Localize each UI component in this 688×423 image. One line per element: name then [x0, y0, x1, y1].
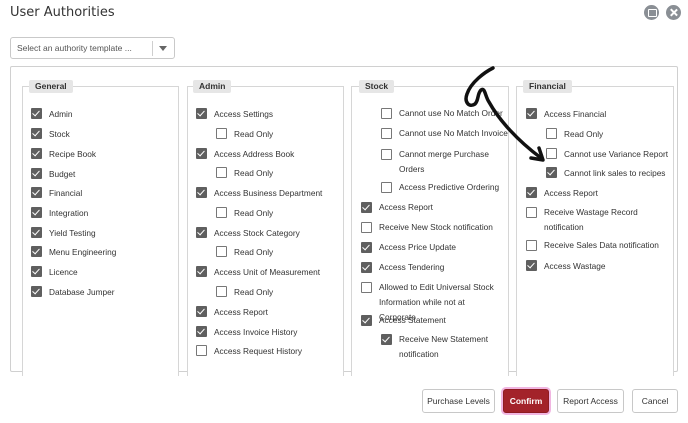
general-checkbox-label-1: Stock — [49, 129, 70, 139]
general-checkbox-6[interactable] — [31, 227, 42, 238]
general-checkbox-label-0: Admin — [49, 109, 73, 119]
admin-checkbox-label-0: Access Settings — [214, 109, 274, 119]
admin-checkbox-2[interactable] — [196, 148, 207, 159]
general-checkbox-3[interactable] — [31, 168, 42, 179]
general-checkbox-label-9: Database Jumper — [49, 287, 115, 297]
general-checkbox-4[interactable] — [31, 187, 42, 198]
admin-checkbox-1[interactable] — [216, 128, 227, 139]
legend-admin: Admin — [193, 80, 232, 93]
general-checkbox-label-8: Licence — [49, 267, 78, 277]
admin-checkbox-label-1: Read Only — [234, 129, 274, 139]
close-icon[interactable] — [666, 5, 681, 20]
financial-checkbox-label-3: Cannot link sales to recipes — [564, 168, 666, 178]
admin-checkbox-6[interactable] — [196, 227, 207, 238]
stock-checkbox-0[interactable] — [381, 108, 392, 119]
admin-checkbox-label-10: Access Report — [214, 307, 268, 317]
authority-template-select[interactable]: Select an authority template ... — [10, 37, 175, 59]
title-bar: User Authorities — [0, 0, 688, 26]
general-checkbox-7[interactable] — [31, 246, 42, 257]
financial-checkbox-label-4: Access Report — [544, 188, 598, 198]
financial-checkbox-label-2: Cannot use Variance Report — [564, 149, 669, 159]
chevron-down-icon[interactable] — [159, 46, 167, 51]
stock-checkbox-label-6: Access Price Update — [379, 242, 457, 252]
legend-general: General — [29, 80, 73, 93]
stock-checkbox-label-5: Receive New Stock notification — [379, 222, 493, 232]
general-checkbox-5[interactable] — [31, 207, 42, 218]
select-divider — [152, 41, 153, 56]
stock-checkbox-4[interactable] — [361, 202, 372, 213]
financial-checkbox-label-7: Access Wastage — [544, 261, 606, 271]
admin-checkbox-9[interactable] — [216, 286, 227, 297]
template-select-placeholder: Select an authority template ... — [17, 43, 132, 53]
stock-checkbox-10[interactable] — [381, 334, 392, 345]
admin-checkbox-10[interactable] — [196, 306, 207, 317]
admin-checkbox-label-12: Access Request History — [214, 346, 303, 356]
admin-checkbox-8[interactable] — [196, 266, 207, 277]
restore-icon[interactable] — [644, 5, 659, 20]
purchase-levels-button[interactable]: Purchase Levels — [422, 389, 495, 413]
stock-checkbox-7[interactable] — [361, 262, 372, 273]
stock-checkbox-2[interactable] — [381, 149, 392, 160]
stock-checkbox-5[interactable] — [361, 222, 372, 233]
general-checkbox-9[interactable] — [31, 286, 42, 297]
admin-checkbox-0[interactable] — [196, 108, 207, 119]
admin-checkbox-label-8: Access Unit of Measurement — [214, 267, 321, 277]
stock-checkbox-label-9: Access Statement — [379, 315, 446, 325]
admin-checkbox-4[interactable] — [196, 187, 207, 198]
annotation-arrow-icon — [464, 66, 545, 162]
confirm-button[interactable]: Confirm — [503, 389, 549, 413]
admin-checkbox-7[interactable] — [216, 246, 227, 257]
stock-checkbox-3[interactable] — [381, 182, 392, 193]
stock-checkbox-label-10: Receive New Statement notification — [399, 334, 489, 359]
legend-stock: Stock — [359, 80, 395, 93]
stock-checkbox-1[interactable] — [381, 128, 392, 139]
general-checkbox-label-5: Integration — [49, 208, 89, 218]
general-checkbox-label-4: Financial — [49, 188, 83, 198]
admin-checkbox-label-5: Read Only — [234, 208, 274, 218]
admin-checkbox-12[interactable] — [196, 345, 207, 356]
financial-checkbox-4[interactable] — [526, 187, 537, 198]
stock-checkbox-6[interactable] — [361, 242, 372, 253]
general-checkbox-2[interactable] — [31, 148, 42, 159]
general-checkbox-1[interactable] — [31, 128, 42, 139]
financial-checkbox-6[interactable] — [526, 240, 537, 251]
report-access-button[interactable]: Report Access — [557, 389, 624, 413]
financial-checkbox-label-1: Read Only — [564, 129, 604, 139]
admin-checkbox-label-6: Access Stock Category — [214, 228, 300, 238]
admin-checkbox-3[interactable] — [216, 167, 227, 178]
panel-general — [22, 86, 179, 376]
admin-checkbox-label-9: Read Only — [234, 287, 274, 297]
general-checkbox-label-3: Budget — [49, 169, 76, 179]
general-checkbox-label-2: Recipe Book — [49, 149, 97, 159]
admin-checkbox-label-7: Read Only — [234, 247, 274, 257]
financial-checkbox-label-6: Receive Sales Data notification — [544, 240, 659, 250]
cancel-button[interactable]: Cancel — [632, 389, 678, 413]
general-checkbox-label-6: Yield Testing — [49, 228, 96, 238]
admin-checkbox-label-2: Access Address Book — [214, 149, 295, 159]
stock-checkbox-label-4: Access Report — [379, 202, 433, 212]
stock-checkbox-label-3: Access Predictive Ordering — [399, 182, 500, 192]
general-checkbox-0[interactable] — [31, 108, 42, 119]
financial-checkbox-7[interactable] — [526, 260, 537, 271]
stock-checkbox-label-7: Access Tendering — [379, 262, 445, 272]
financial-checkbox-5[interactable] — [526, 207, 537, 218]
admin-checkbox-5[interactable] — [216, 207, 227, 218]
admin-checkbox-label-3: Read Only — [234, 168, 274, 178]
admin-checkbox-11[interactable] — [196, 326, 207, 337]
general-checkbox-8[interactable] — [31, 266, 42, 277]
admin-checkbox-label-11: Access Invoice History — [214, 327, 298, 337]
stock-checkbox-9[interactable] — [361, 315, 372, 326]
general-checkbox-label-7: Menu Engineering — [49, 247, 117, 257]
financial-checkbox-label-5: Receive Wastage Record notification — [544, 207, 638, 232]
admin-checkbox-label-4: Access Business Department — [214, 188, 323, 198]
window-title: User Authorities — [10, 5, 115, 20]
stock-checkbox-8[interactable] — [361, 282, 372, 293]
